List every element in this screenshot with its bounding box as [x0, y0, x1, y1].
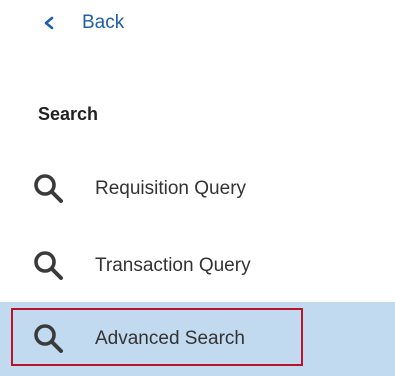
- chevron-left-icon: [44, 16, 54, 30]
- back-link[interactable]: Back: [38, 9, 124, 37]
- nav-item-label: Advanced Search: [95, 328, 245, 349]
- search-icon: [34, 324, 63, 353]
- search-icon: [34, 251, 63, 280]
- nav-item-advanced-search[interactable]: Advanced Search: [0, 302, 395, 376]
- nav-item-requisition-query[interactable]: Requisition Query: [0, 152, 395, 226]
- search-icon: [34, 174, 63, 203]
- search-nav-panel: Back Search Requisition Query Transactio…: [0, 0, 395, 376]
- nav-item-label: Transaction Query: [95, 255, 251, 276]
- nav-item-transaction-query[interactable]: Transaction Query: [0, 229, 395, 303]
- back-label: Back: [82, 12, 125, 33]
- nav-item-label: Requisition Query: [95, 178, 247, 199]
- section-title: Search: [38, 104, 99, 124]
